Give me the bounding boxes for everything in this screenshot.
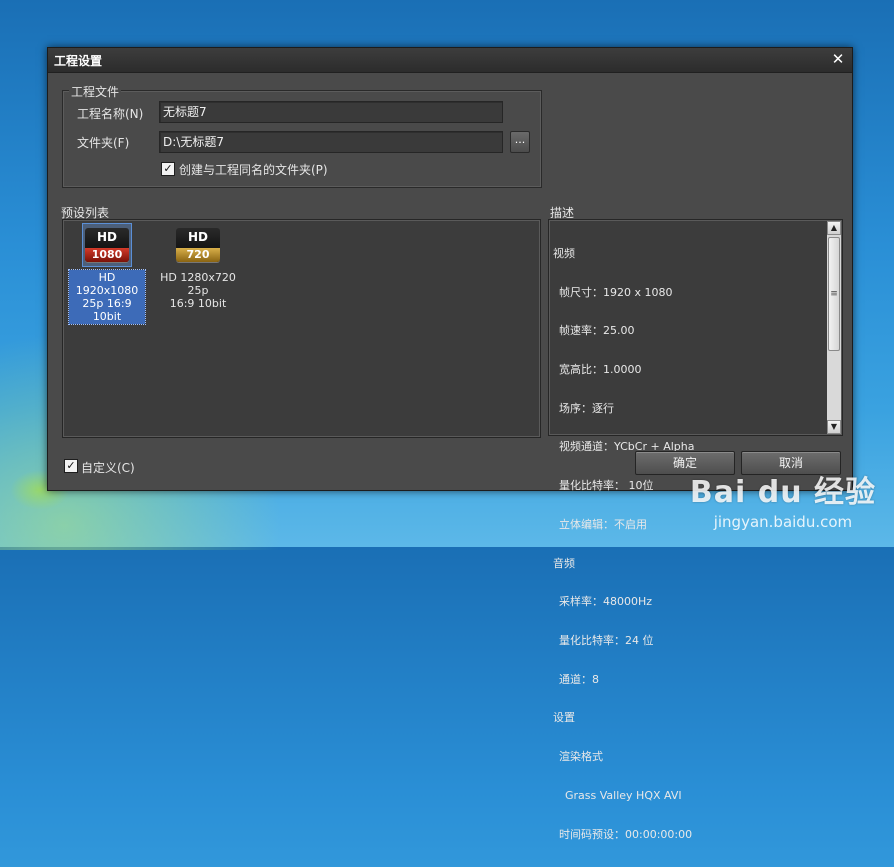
preset-caption: HD 1280x720 25p 16:9 10bit [153,270,243,311]
custom-checkbox-label: 自定义(C) [81,461,135,475]
desc-line: 通道：8 [559,672,599,686]
preset-thumb: HD 720 [173,223,223,267]
preset-hd-720[interactable]: HD 720 HD 1280x720 25p 16:9 10bit [153,223,243,311]
preset-thumb: HD 1080 [82,223,132,267]
project-name-label: 工程名称(N) [77,107,144,121]
preset-caption-line2: 16:9 10bit [169,297,227,310]
create-folder-label: 创建与工程同名的文件夹(P) [179,163,328,177]
desc-line: 帧速率：25.00 [559,324,635,338]
desc-line: Grass Valley HQX AVI [565,788,682,802]
desc-line: 量化比特率：24 位 [559,634,654,647]
browse-folder-button[interactable]: ... [510,131,530,153]
project-settings-dialog: 工程设置 ✕ 工程文件 工程名称(N) 无标题7 文件夹(F) D:\无标题7 … [47,47,853,840]
resolution-badge-text: 720 [176,248,220,262]
desc-line: 场序：逐行 [559,401,614,415]
dialog-titlebar[interactable]: 工程设置 ✕ [48,48,852,73]
dialog-title: 工程设置 [54,53,103,68]
desc-line: 音频 [553,556,575,570]
scroll-up-icon[interactable]: ▲ [827,221,841,235]
scroll-down-icon[interactable]: ▼ [827,420,841,434]
preset-caption-line1: HD 1920x1080 [75,271,139,297]
description-panel: 视频 帧尺寸：1920 x 1080 帧速率：25.00 宽高比：1.0000 … [548,219,843,840]
description-scrollbar[interactable]: ▲ ≡ ▼ [827,221,841,434]
preset-caption-line1: HD 1280x720 25p [160,271,236,297]
project-file-group: 工程文件 工程名称(N) 无标题7 文件夹(F) D:\无标题7 ... ✓ 创… [62,83,542,188]
close-icon[interactable]: ✕ [830,51,846,67]
desc-line: 时间码预设：00:00:00:00 [559,827,693,841]
preset-caption: HD 1920x1080 25p 16:9 10bit [68,269,146,325]
desc-line: 渲染格式 [559,750,603,764]
preset-hd-1080[interactable]: HD 1080 HD 1920x1080 25p 16:9 10bit [68,223,146,325]
watermark-url: jingyan.baidu.com [713,513,853,531]
folder-path-input[interactable]: D:\无标题7 [159,131,503,153]
project-name-input[interactable]: 无标题7 [159,101,503,123]
custom-checkbox[interactable]: ✓ [64,459,78,473]
desc-line: 帧尺寸：1920 x 1080 [559,285,673,299]
project-file-legend: 工程文件 [69,83,122,100]
preset-list-panel: HD 1080 HD 1920x1080 25p 16:9 10bit HD 7… [62,219,541,438]
watermark-logo: Bai du 经验 [689,475,876,510]
create-folder-checkbox[interactable]: ✓ [161,162,175,176]
description-text: 视频 帧尺寸：1920 x 1080 帧速率：25.00 宽高比：1.0000 … [553,222,822,867]
desc-line: 视频 [553,246,575,260]
scroll-thumb[interactable]: ≡ [828,237,840,351]
baidu-jingyan-watermark: Bai du 经验 jingyan.baidu.com [690,467,876,531]
desc-line: 采样率：48000Hz [559,595,653,609]
resolution-badge-text: 1080 [85,248,129,262]
hd-720-icon: HD 720 [176,228,220,262]
desc-line: 设置 [553,711,575,725]
hd-badge-text: HD [187,230,208,244]
hd-1080-icon: HD 1080 [85,228,129,262]
hd-badge-text: HD [96,230,117,244]
folder-label: 文件夹(F) [77,136,130,150]
preset-caption-line2: 25p 16:9 10bit [82,297,132,323]
desc-line: 宽高比：1.0000 [559,362,642,376]
